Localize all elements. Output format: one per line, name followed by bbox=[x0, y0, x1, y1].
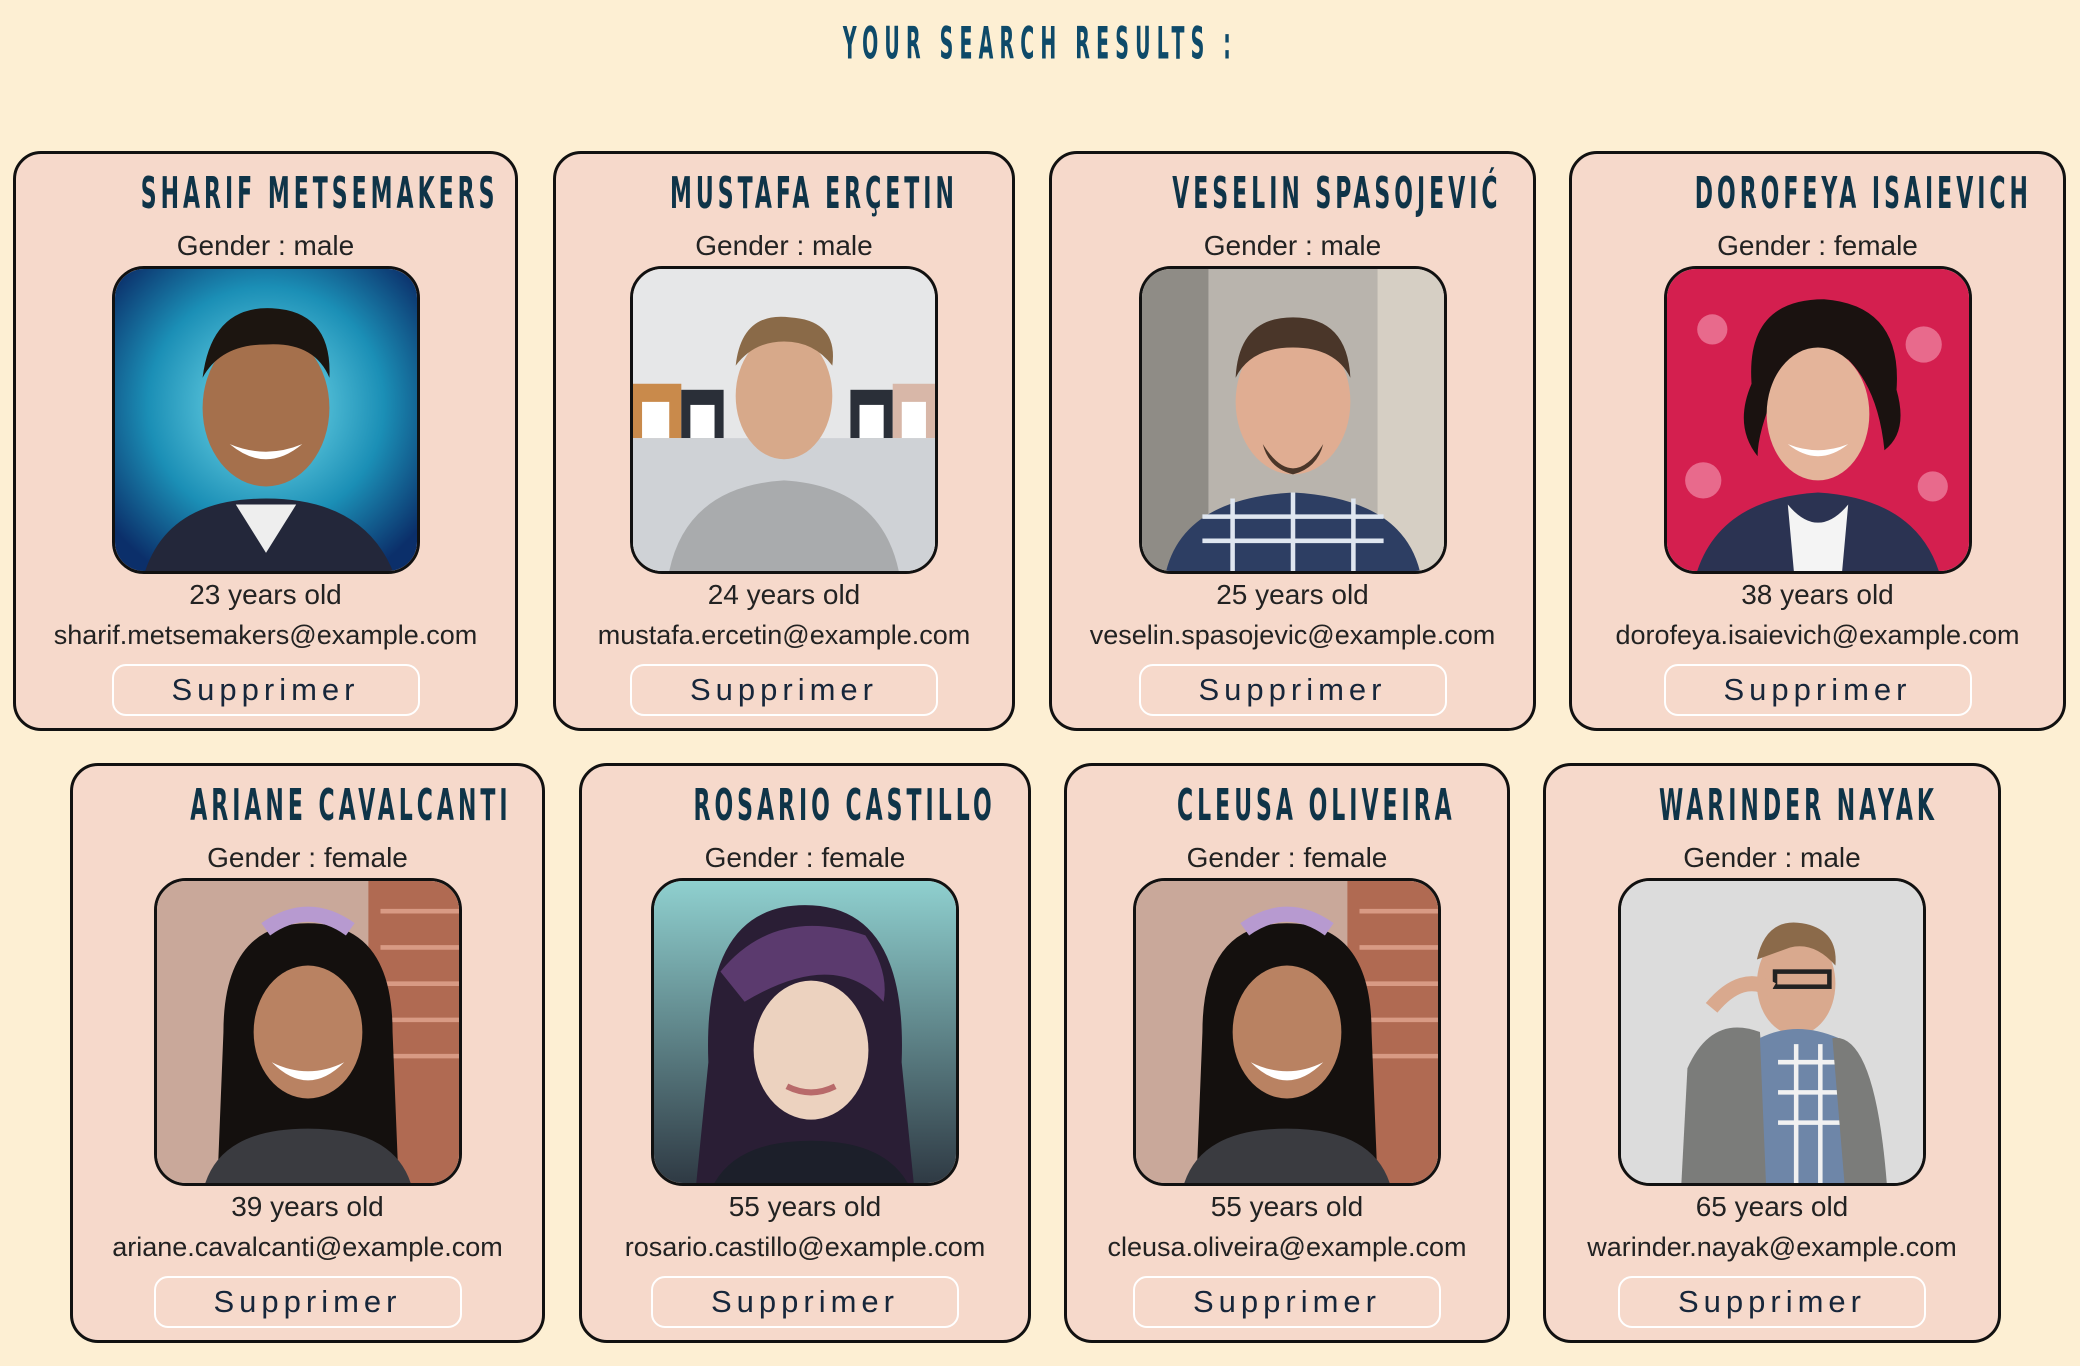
person-age: 65 years old bbox=[1695, 1191, 1849, 1222]
delete-button[interactable]: Supprimer bbox=[153, 1276, 462, 1328]
person-age: 38 years old bbox=[1741, 579, 1894, 610]
person-email: veselin.spasojevic@example.com bbox=[1089, 620, 1496, 650]
person-email: sharif.metsemakers@example.com bbox=[53, 620, 478, 650]
person-email: mustafa.ercetin@example.com bbox=[597, 620, 971, 650]
person-name: Mustafa Erçetin bbox=[670, 168, 958, 219]
person-email: dorofeya.isaievich@example.com bbox=[1615, 620, 2020, 650]
result-card: Rosario Castillo Gender : female 55 year… bbox=[579, 763, 1031, 1343]
result-card: Cleusa Oliveira Gender : female 55 years… bbox=[1064, 763, 1510, 1343]
result-card: Dorofeya Isaievich Gender : female 38 ye… bbox=[1569, 151, 2066, 731]
result-card: Mustafa Erçetin Gender : male 24 years o… bbox=[553, 151, 1015, 731]
person-name: Sharif Metsemakers bbox=[140, 168, 499, 219]
person-email: ariane.cavalcanti@example.com bbox=[112, 1232, 503, 1262]
profile-photo bbox=[1618, 878, 1926, 1186]
delete-button[interactable]: Supprimer bbox=[651, 1276, 959, 1328]
delete-button[interactable]: Supprimer bbox=[1133, 1276, 1441, 1328]
person-age: 55 years old bbox=[1210, 1191, 1364, 1222]
person-name: Cleusa Oliveira bbox=[1177, 780, 1456, 831]
search-results-page: Your search results : Sharif Metsemakers… bbox=[0, 0, 2080, 1366]
person-gender: Gender : female bbox=[704, 842, 906, 873]
profile-photo bbox=[153, 878, 462, 1186]
person-name: Rosario Castillo bbox=[693, 780, 996, 831]
person-email: cleusa.oliveira@example.com bbox=[1107, 1232, 1467, 1262]
result-card: Ariane Cavalcanti Gender : female 39 yea… bbox=[70, 763, 545, 1343]
delete-button[interactable]: Supprimer bbox=[1618, 1276, 1926, 1328]
person-gender: Gender : male bbox=[1203, 230, 1382, 261]
person-name: Warinder Nayak bbox=[1659, 780, 1938, 831]
result-card: Warinder Nayak Gender : male 65 years ol… bbox=[1543, 763, 2001, 1343]
person-age: 23 years old bbox=[189, 579, 342, 610]
person-gender: Gender : male bbox=[176, 230, 355, 261]
page-title: Your search results : bbox=[842, 18, 1238, 70]
delete-button[interactable]: Supprimer bbox=[111, 664, 420, 716]
person-age: 25 years old bbox=[1216, 579, 1369, 610]
person-gender: Gender : male bbox=[695, 230, 873, 261]
person-gender: Gender : male bbox=[1683, 842, 1861, 873]
person-email: rosario.castillo@example.com bbox=[624, 1232, 986, 1262]
result-card: Sharif Metsemakers Gender : male 23 year… bbox=[13, 151, 518, 731]
profile-photo bbox=[651, 878, 959, 1186]
profile-photo bbox=[1138, 266, 1447, 574]
person-age: 24 years old bbox=[707, 579, 861, 610]
delete-button[interactable]: Supprimer bbox=[1663, 664, 1972, 716]
person-name: Ariane Cavalcanti bbox=[190, 780, 512, 831]
delete-button[interactable]: Supprimer bbox=[630, 664, 938, 716]
person-gender: Gender : female bbox=[1717, 230, 1918, 261]
person-gender: Gender : female bbox=[1186, 842, 1388, 873]
person-name: Dorofeya Isaievich bbox=[1694, 168, 2032, 219]
person-age: 39 years old bbox=[231, 1191, 384, 1222]
delete-button[interactable]: Supprimer bbox=[1138, 664, 1447, 716]
person-name: Veselin Spasojević bbox=[1172, 168, 1502, 219]
profile-photo bbox=[1133, 878, 1441, 1186]
result-card: Veselin Spasojević Gender : male 25 year… bbox=[1049, 151, 1536, 731]
person-age: 55 years old bbox=[728, 1191, 882, 1222]
person-gender: Gender : female bbox=[207, 842, 408, 873]
person-email: warinder.nayak@example.com bbox=[1587, 1232, 1957, 1262]
profile-photo bbox=[630, 266, 938, 574]
profile-photo bbox=[1663, 266, 1972, 574]
profile-photo bbox=[111, 266, 420, 574]
